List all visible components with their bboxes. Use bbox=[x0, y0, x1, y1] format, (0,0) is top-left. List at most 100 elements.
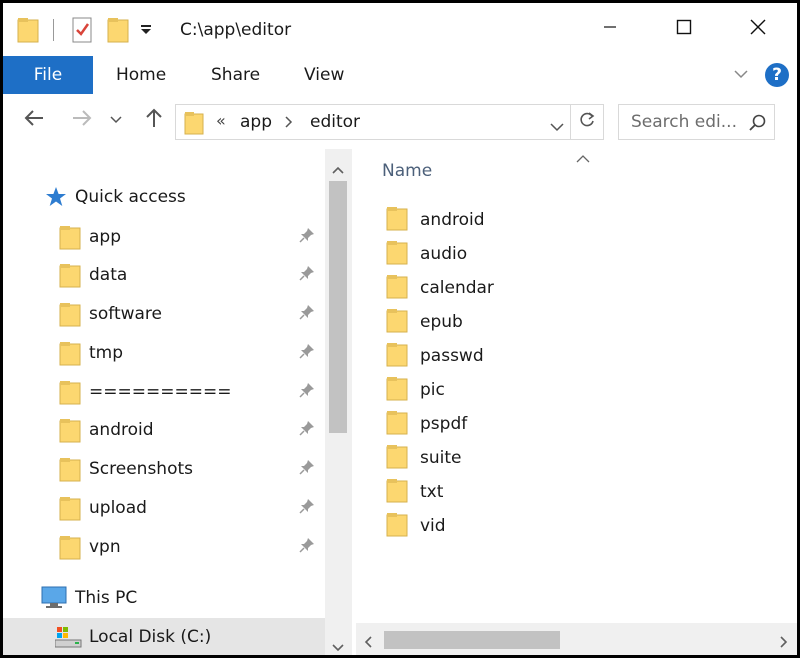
search-input[interactable]: Search edi... bbox=[618, 104, 775, 140]
tab-home[interactable]: Home bbox=[116, 65, 166, 85]
chevron-down-icon bbox=[110, 110, 122, 130]
nav-item-label: android bbox=[89, 420, 154, 440]
scrollbar-thumb[interactable] bbox=[384, 631, 560, 649]
list-item[interactable]: vid bbox=[386, 510, 446, 543]
nav-quick-access[interactable]: Quick access bbox=[3, 178, 325, 216]
nav-item-upload[interactable]: upload bbox=[3, 489, 325, 527]
maximize-icon bbox=[676, 19, 692, 40]
help-icon[interactable]: ? bbox=[765, 63, 789, 87]
breadcrumb-separator-icon[interactable] bbox=[284, 114, 294, 134]
list-item-label: android bbox=[420, 210, 485, 230]
pin-icon[interactable] bbox=[299, 227, 315, 248]
up-button[interactable] bbox=[139, 104, 169, 136]
nav-item-software[interactable]: software bbox=[3, 295, 325, 333]
tab-share[interactable]: Share bbox=[211, 65, 260, 85]
pin-icon[interactable] bbox=[299, 265, 315, 286]
pin-icon[interactable] bbox=[299, 459, 315, 480]
nav-item-android[interactable]: android bbox=[3, 411, 325, 449]
list-item[interactable]: passwd bbox=[386, 340, 484, 373]
breadcrumb-editor[interactable]: editor bbox=[310, 112, 360, 132]
pin-icon[interactable] bbox=[299, 304, 315, 325]
properties-icon[interactable] bbox=[71, 15, 93, 45]
folder-icon bbox=[59, 494, 81, 527]
close-button[interactable] bbox=[725, 3, 791, 55]
new-folder-icon[interactable] bbox=[107, 15, 129, 45]
pin-icon[interactable] bbox=[299, 498, 315, 519]
list-item-label: vid bbox=[420, 516, 446, 536]
list-item-label: audio bbox=[420, 244, 468, 264]
search-icon bbox=[749, 114, 767, 137]
folder-icon bbox=[386, 340, 408, 373]
tab-view[interactable]: View bbox=[304, 65, 344, 85]
minimize-button[interactable] bbox=[577, 3, 643, 55]
list-item[interactable]: suite bbox=[386, 442, 461, 475]
navigation-bar: « app editor Search edi... bbox=[3, 98, 797, 144]
nav-item-label: Screenshots bbox=[89, 459, 194, 479]
folder-icon bbox=[386, 442, 408, 475]
refresh-button[interactable] bbox=[570, 104, 604, 140]
navigation-pane: Quick access app data software tmp =====… bbox=[3, 149, 325, 655]
nav-item-data[interactable]: data bbox=[3, 256, 325, 294]
folder-icon bbox=[59, 533, 81, 566]
nav-pane-scrollbar[interactable] bbox=[325, 149, 351, 655]
back-arrow-icon bbox=[23, 109, 45, 132]
column-header-name[interactable]: Name bbox=[382, 161, 432, 181]
pin-icon[interactable] bbox=[299, 537, 315, 558]
pin-icon[interactable] bbox=[299, 343, 315, 364]
folder-icon bbox=[59, 416, 81, 449]
customize-qat-icon[interactable] bbox=[139, 15, 153, 45]
folder-icon bbox=[386, 238, 408, 271]
file-list-scrollbar[interactable] bbox=[356, 623, 797, 655]
qat-divider bbox=[53, 19, 54, 41]
minimize-icon bbox=[603, 19, 617, 39]
drive-icon bbox=[54, 627, 83, 654]
scroll-right-icon[interactable] bbox=[780, 633, 788, 653]
nav-local-disk[interactable]: Local Disk (C:) bbox=[3, 618, 325, 655]
back-button[interactable] bbox=[19, 104, 49, 136]
pin-icon[interactable] bbox=[299, 420, 315, 441]
search-placeholder: Search edi... bbox=[631, 112, 737, 132]
list-item-label: passwd bbox=[420, 346, 484, 366]
nav-item-separator-folder[interactable]: ========== bbox=[3, 373, 325, 411]
scroll-left-icon[interactable] bbox=[364, 633, 372, 653]
maximize-button[interactable] bbox=[651, 3, 717, 55]
breadcrumb-overflow[interactable]: « bbox=[216, 111, 226, 130]
nav-item-label: data bbox=[89, 265, 128, 285]
folder-icon bbox=[386, 272, 408, 305]
title-bar: C:\app\editor bbox=[3, 3, 797, 55]
nav-item-tmp[interactable]: tmp bbox=[3, 334, 325, 372]
scroll-up-icon[interactable] bbox=[332, 159, 344, 179]
nav-item-screenshots[interactable]: Screenshots bbox=[3, 450, 325, 488]
folder-icon bbox=[386, 408, 408, 441]
folder-icon bbox=[59, 378, 81, 411]
tab-file[interactable]: File bbox=[3, 56, 93, 94]
folder-icon bbox=[386, 374, 408, 407]
forward-arrow-icon bbox=[71, 109, 93, 132]
folder-icon bbox=[59, 223, 81, 256]
expand-ribbon-icon[interactable] bbox=[733, 66, 749, 87]
list-item-label: suite bbox=[420, 448, 462, 468]
recent-locations-button[interactable] bbox=[107, 104, 125, 136]
scrollbar-thumb[interactable] bbox=[329, 181, 347, 433]
refresh-icon bbox=[578, 111, 596, 134]
sort-ascending-icon bbox=[576, 149, 590, 169]
close-icon bbox=[750, 19, 766, 40]
pin-icon[interactable] bbox=[299, 382, 315, 403]
nav-item-vpn[interactable]: vpn bbox=[3, 528, 325, 566]
address-bar[interactable]: « app editor bbox=[175, 104, 604, 140]
nav-item-app[interactable]: app bbox=[3, 218, 325, 256]
nav-this-pc[interactable]: This PC bbox=[3, 579, 325, 617]
list-item[interactable]: pic bbox=[386, 374, 445, 407]
forward-button[interactable] bbox=[67, 104, 97, 136]
address-history-chevron-icon[interactable] bbox=[550, 117, 564, 137]
list-item[interactable]: audio bbox=[386, 238, 467, 271]
folder-icon bbox=[386, 510, 408, 543]
scroll-down-icon[interactable] bbox=[332, 637, 344, 655]
nav-item-label: vpn bbox=[89, 537, 121, 557]
list-item[interactable]: txt bbox=[386, 477, 443, 507]
list-item[interactable]: epub bbox=[386, 307, 463, 337]
list-item[interactable]: calendar bbox=[386, 272, 494, 305]
breadcrumb-app[interactable]: app bbox=[240, 112, 272, 132]
list-item[interactable]: pspdf bbox=[386, 408, 467, 441]
list-item[interactable]: android bbox=[386, 205, 485, 235]
